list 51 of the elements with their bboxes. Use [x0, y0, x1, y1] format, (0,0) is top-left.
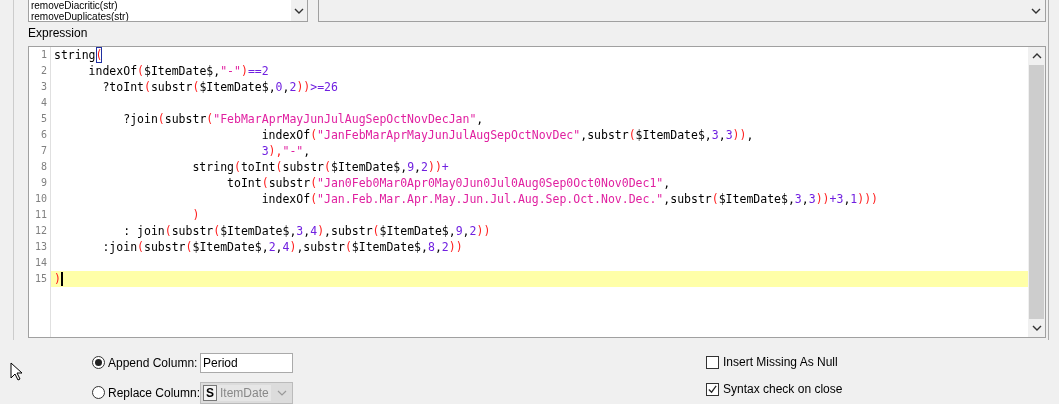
column-name-field[interactable]: Period [200, 352, 293, 373]
radio-button[interactable] [92, 386, 105, 399]
code-line: : join(substr($ItemDate$,3,4),substr($ItemDate$,9,2)) [122, 223, 491, 239]
caret-icon [277, 389, 287, 396]
scrollbar-thumb[interactable] [1029, 65, 1044, 319]
code-line: string(toInt(substr($ItemDate$,9,2))+ [191, 159, 449, 175]
column-name: ItemDate [219, 385, 269, 400]
type-badge: S [203, 384, 217, 401]
code-line: :join(substr($ItemDate$,2,4),substr($ItemDate$,8,2)) [101, 239, 463, 255]
line-number: 7 [39, 144, 48, 158]
code-line: indexOf("JanFebMarAprMayJunJulAugSepOctNovDec",substr($ItemDate$,3,3)), [260, 127, 754, 143]
caret-icon[interactable] [293, 7, 304, 14]
checkbox-label[interactable]: Syntax check on close [723, 382, 843, 396]
radio-button[interactable] [92, 356, 105, 369]
line-number: 13 [33, 240, 48, 254]
option-label[interactable]: Append Column: [108, 355, 200, 370]
line-number: 11 [33, 208, 48, 222]
mouse-pointer-icon [10, 362, 22, 381]
code-line: 3),"-", [260, 143, 311, 159]
checkbox[interactable] [706, 382, 719, 396]
expression-label: Expression [27, 25, 89, 42]
line-number: 6 [39, 128, 48, 142]
line-number: 5 [39, 112, 48, 126]
line-number: 9 [39, 176, 48, 190]
scroll-down-icon[interactable] [1031, 325, 1042, 331]
checkbox-label[interactable]: Insert Missing As Null [723, 355, 838, 369]
text-cursor [60, 272, 63, 286]
code-line: string( [53, 47, 103, 63]
line-number: 3 [39, 80, 48, 94]
checkbox[interactable] [706, 355, 719, 369]
code-line: ?join(substr("FebMarAprMayJunJulAugSepOctNovDecJan", [122, 111, 484, 127]
option-label[interactable]: Replace Column: [108, 385, 200, 400]
line-number: 10 [33, 192, 48, 206]
line-number: 4 [39, 96, 48, 110]
caret-icon[interactable] [1031, 7, 1041, 14]
line-number: 14 [33, 256, 48, 270]
list-item[interactable]: removeDiacritic(str) [30, 0, 291, 11]
code-line: indexOf($ItemDate$,"-")==2 [87, 63, 269, 79]
line-number: 12 [33, 224, 48, 238]
code-line: ) [191, 207, 200, 223]
code-line: ) [53, 271, 61, 287]
code-line: ?toInt(substr($ItemDate$,0,2))>=26 [101, 79, 338, 95]
code-line: toInt(substr("Jan0Feb0Mar0Apr0May0Jun0Jul0Aug0Sep0Oct0Nov0Dec1", [226, 175, 671, 191]
code-editor[interactable] [27, 46, 1046, 338]
code-line: indexOf("Jan.Feb.Mar.Apr.May.Jun.Jul.Aug.Sep.Oct.Nov.Dec.",substr($ItemDate$,3,3))+3,1))) [260, 191, 879, 207]
line-number: 15 [33, 272, 48, 286]
scrollbar[interactable] [1028, 47, 1045, 337]
scroll-up-icon[interactable] [1031, 53, 1042, 59]
line-number: 8 [39, 160, 48, 174]
line-number: 1 [39, 48, 48, 62]
line-number: 2 [39, 64, 48, 78]
